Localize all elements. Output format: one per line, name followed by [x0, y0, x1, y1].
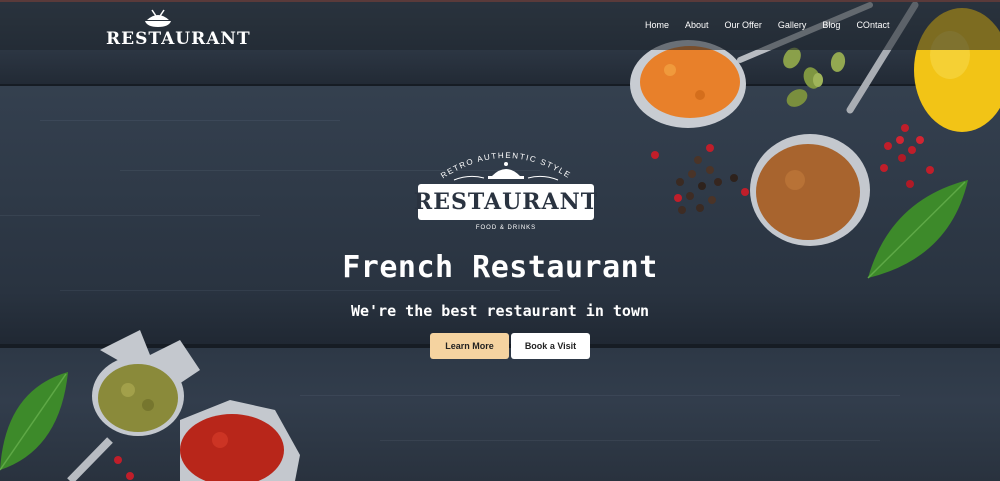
nav-contact[interactable]: COntact: [856, 20, 889, 30]
hero-title: French Restaurant: [342, 250, 658, 285]
nav-about[interactable]: About: [685, 20, 709, 30]
nav-gallery[interactable]: Gallery: [778, 20, 807, 30]
peppercorn-icon: [880, 124, 934, 188]
restaurant-badge: RETRO AUTHENTIC STYLE RESTAURANT FOOD & …: [414, 140, 598, 240]
nav-home[interactable]: Home: [645, 20, 669, 30]
nav-our-offer[interactable]: Our Offer: [725, 20, 762, 30]
badge-main-text: RESTAURANT: [413, 189, 599, 215]
spices-decoration: [0, 1, 1000, 481]
nav-blog[interactable]: Blog: [822, 20, 840, 30]
hero-subtitle: We're the best restaurant in town: [350, 302, 649, 320]
leaf-icon: [0, 372, 68, 471]
logo-text: RESTAURANT: [106, 29, 251, 49]
peppercorn-icon: [651, 144, 749, 214]
badge-plate: RESTAURANT: [414, 184, 597, 220]
dish-cloche-icon: [145, 9, 171, 27]
learn-more-button[interactable]: Learn More: [430, 333, 509, 359]
top-navigation-bar: RESTAURANT Home About Our Offer Gallery …: [0, 0, 1000, 50]
main-nav: Home About Our Offer Gallery Blog COntac…: [645, 20, 905, 30]
site-logo[interactable]: RESTAURANT: [106, 8, 251, 49]
book-visit-button[interactable]: Book a Visit: [511, 333, 590, 359]
dish-cloche-icon: [488, 162, 524, 179]
badge-subtext: FOOD & DRINKS: [475, 225, 537, 231]
cardamom-icon: [783, 47, 846, 107]
hero-section: RESTAURANT Home About Our Offer Gallery …: [0, 0, 1000, 481]
